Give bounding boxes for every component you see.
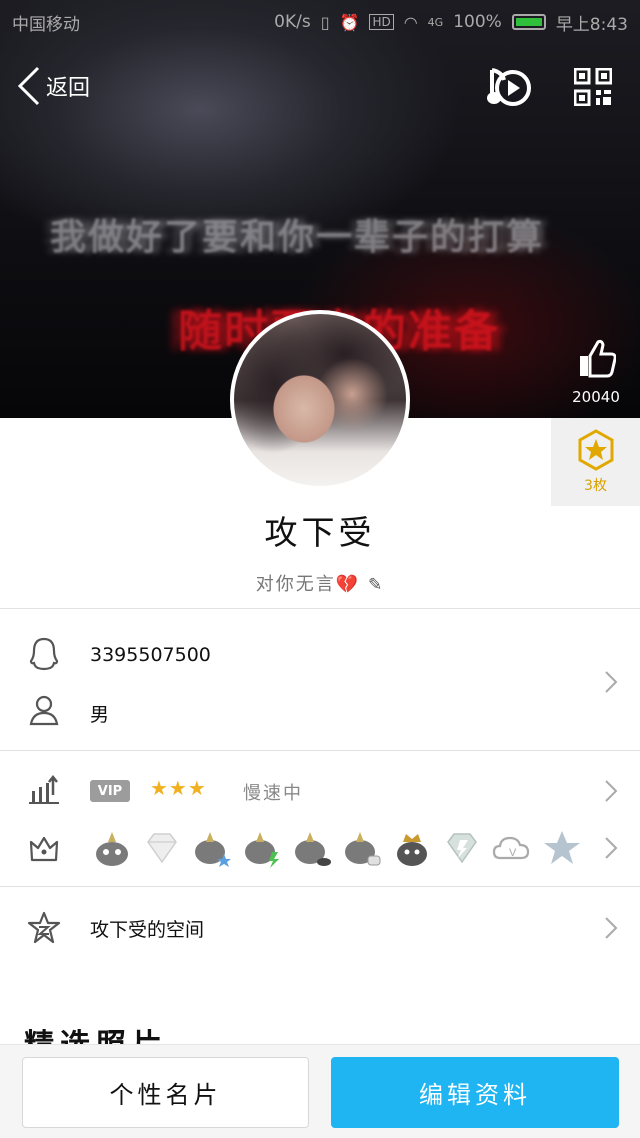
bottom-action-bar: 个性名片 编辑资料	[0, 1044, 640, 1138]
person-icon	[26, 692, 62, 728]
qr-code-icon[interactable]	[574, 68, 612, 106]
level-row[interactable]: VIP ★★★ 慢速中	[0, 768, 640, 814]
badge-list: V	[92, 828, 582, 868]
vibrate-icon: ▯	[320, 12, 330, 32]
crown-icon	[26, 830, 62, 866]
qq-info-row[interactable]: 3395507500	[0, 630, 640, 680]
thumbs-up-icon	[580, 339, 617, 378]
hd-icon: HD	[369, 14, 394, 30]
battery-percent: 100%	[453, 12, 502, 32]
speed-status: 慢速中	[243, 783, 303, 804]
gender-row[interactable]: 男	[0, 686, 640, 736]
qzone-label: 攻下受的空间	[90, 919, 205, 941]
chevron-right-icon[interactable]	[604, 916, 618, 940]
edit-profile-button[interactable]: 编辑资料	[331, 1057, 619, 1128]
level-crowns: ★★★	[150, 776, 207, 800]
signal-icon: 4G	[427, 15, 444, 29]
nickname: 攻下受	[264, 513, 376, 552]
green-diamond-badge-icon	[447, 833, 477, 864]
cloud-v-badge-icon: V	[492, 836, 530, 860]
qq-number: 3395507500	[90, 644, 211, 666]
back-button[interactable]: 返回	[16, 66, 90, 106]
signature[interactable]: 对你无言💔 ✎	[0, 570, 640, 596]
medal-count: 3枚	[584, 478, 607, 494]
profile-card-button[interactable]: 个性名片	[22, 1057, 309, 1128]
penguin-bolt-badge-icon	[245, 832, 279, 868]
penguin-badge-icon	[96, 832, 128, 866]
svg-text:V: V	[509, 847, 517, 859]
signature-text: 对你无言	[255, 574, 336, 595]
top-bar: 返回	[0, 60, 640, 120]
penguin-crown-badge-icon	[397, 834, 427, 866]
carrier-label: 中国移动	[12, 14, 80, 35]
penguin-cow-badge-icon	[345, 832, 381, 866]
penguin-icon	[26, 636, 62, 672]
gender-value: 男	[90, 704, 110, 726]
clock: 早上8:43	[555, 14, 628, 35]
star-badge-icon	[544, 831, 580, 864]
penguin-game-badge-icon	[295, 832, 331, 866]
badges-row[interactable]: V	[0, 824, 640, 874]
chevron-right-icon[interactable]	[604, 670, 618, 694]
chevron-right-icon[interactable]	[604, 836, 618, 860]
cover-caption: 我做好了要和你一辈子的打算	[50, 217, 545, 258]
alarm-icon: ⏰	[339, 12, 360, 32]
like-button[interactable]: 20040	[568, 338, 624, 406]
divider	[0, 750, 640, 751]
music-play-icon[interactable]	[486, 66, 532, 110]
qzone-star-icon	[26, 910, 62, 946]
edit-pencil-icon[interactable]: ✎	[368, 575, 384, 595]
back-arrow-icon	[17, 66, 40, 106]
chevron-right-icon[interactable]	[604, 779, 618, 803]
divider	[0, 608, 640, 609]
vip-tag: VIP	[90, 780, 130, 802]
level-chart-icon	[26, 772, 62, 808]
like-count: 20040	[572, 388, 620, 406]
back-label: 返回	[46, 76, 91, 101]
status-bar: 中国移动 0K/s ▯ ⏰ HD ◠ 4G 100% 早上8:43	[0, 0, 640, 44]
medal-badge[interactable]: 3枚	[551, 418, 640, 506]
diamond-badge-icon	[147, 833, 177, 864]
battery-icon	[511, 14, 546, 30]
qzone-row[interactable]: 攻下受的空间	[0, 904, 640, 952]
divider	[0, 886, 640, 887]
penguin-star-badge-icon	[195, 832, 231, 867]
network-speed: 0K/s	[274, 12, 311, 32]
broken-heart-emoji: 💔	[335, 574, 361, 595]
avatar[interactable]	[230, 310, 410, 490]
wifi-icon: ◠	[403, 12, 418, 32]
star-medal-icon	[578, 429, 613, 471]
